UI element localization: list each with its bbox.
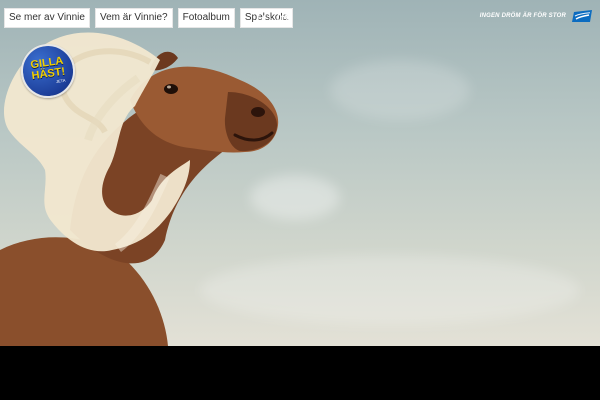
footer-bar <box>0 346 600 400</box>
facebook-icon <box>257 11 271 25</box>
horse-illustration <box>0 32 279 346</box>
badge-small-text: JETA <box>55 77 66 84</box>
flag-logo-icon[interactable] <box>572 10 594 22</box>
hero-image <box>0 0 600 346</box>
share-button[interactable] <box>277 11 291 25</box>
nav-vem-ar-vinnie[interactable]: Vem är Vinnie? <box>94 8 173 28</box>
brand-tagline: INGEN DRÖM ÄR FÖR STOR <box>479 13 566 19</box>
facebook-button[interactable] <box>257 11 271 25</box>
share-icon <box>277 11 291 25</box>
nav-se-mer-av-vinnie[interactable]: Se mer av Vinnie <box>4 8 90 28</box>
top-navigation: Se mer av Vinnie Vem är Vinnie? Fotoalbu… <box>4 8 294 28</box>
brand-area: INGEN DRÖM ÄR FÖR STOR <box>480 10 594 22</box>
nav-fotoalbum[interactable]: Fotoalbum <box>177 8 235 28</box>
